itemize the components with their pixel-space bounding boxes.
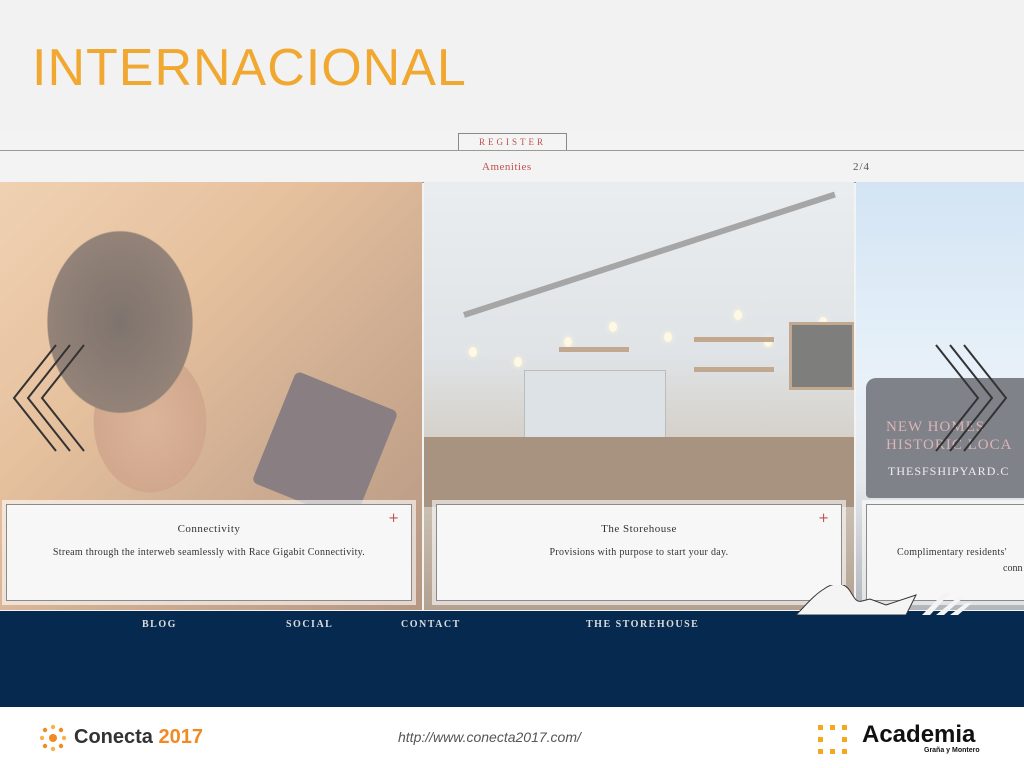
conecta-name: Conecta: [74, 726, 153, 748]
card-connectivity[interactable]: + Connectivity Stream through the interw…: [6, 504, 412, 601]
card-text-continued: conn: [1003, 563, 1023, 574]
site-footer-nav: BLOG SOCIAL CONTACT THE STOREHOUSE: [0, 585, 1024, 707]
card-text: Stream through the interweb seamlessly w…: [52, 547, 366, 558]
card-text: Provisions with purpose to start your da…: [549, 547, 729, 558]
register-button[interactable]: REGISTER: [458, 133, 567, 151]
slide-header: INTERNACIONAL: [0, 0, 1024, 133]
card-title: The Storehouse: [601, 523, 677, 535]
conecta-dots-icon: [39, 724, 67, 752]
academia-subtitle: Graña y Montero: [924, 747, 980, 754]
page-indicator: 2/4: [853, 161, 871, 173]
nav-social[interactable]: SOCIAL: [286, 619, 333, 630]
storehouse-logo-icon: [796, 585, 972, 615]
card-title: Connectivity: [177, 523, 241, 535]
card-storehouse[interactable]: + The Storehouse Provisions with purpose…: [436, 504, 842, 601]
website-screenshot: REGISTER Amenities 2/4 NEW HOMES HISTORI: [0, 133, 1024, 707]
card-text: Complimentary residents': [897, 547, 1007, 558]
nav-blog[interactable]: BLOG: [142, 619, 177, 630]
academia-logo: Academia Graña y Montero: [816, 721, 986, 761]
conecta-year: 2017: [158, 726, 203, 748]
site-header-bar: Amenities 2/4: [0, 150, 1024, 183]
nav-the-storehouse[interactable]: THE STOREHOUSE: [586, 619, 699, 630]
slide-url-link[interactable]: http://www.conecta2017.com/: [398, 729, 581, 745]
slide-title: INTERNACIONAL: [32, 39, 467, 97]
academia-name: Academia: [862, 721, 976, 748]
nav-contact[interactable]: CONTACT: [401, 619, 461, 630]
chevron-left-icon[interactable]: [8, 343, 88, 453]
academia-dots-icon: [818, 725, 847, 754]
section-label: Amenities: [482, 161, 532, 173]
chevron-right-icon[interactable]: [932, 343, 1012, 453]
slide-footer: Conecta 2017 http://www.conecta2017.com/…: [0, 707, 1024, 768]
